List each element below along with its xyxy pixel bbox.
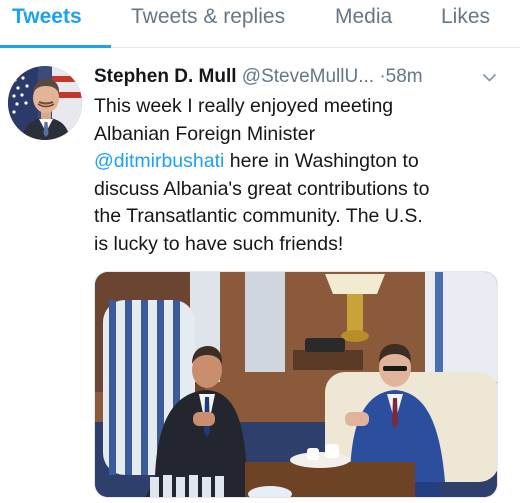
author-name[interactable]: Stephen D. Mull — [94, 66, 237, 87]
tweet-timestamp[interactable]: 58m — [386, 66, 423, 87]
chevron-down-icon[interactable] — [482, 70, 497, 85]
mention-link[interactable]: @ditmirbushati — [94, 150, 224, 172]
tab-likes[interactable]: Likes — [441, 5, 490, 29]
tweet-text: This week I really enjoyed meeting Alban… — [94, 93, 514, 258]
tab-tweets-and-replies[interactable]: Tweets & replies — [131, 5, 285, 29]
tweet-text-line: is lucky to have such friends! — [94, 232, 344, 255]
profile-photo-icon — [8, 66, 82, 140]
tab-media[interactable]: Media — [335, 5, 392, 29]
tweet-text-line: the Transatlantic community. The U.S. — [94, 205, 423, 227]
author-handle[interactable]: @SteveMullU... — [242, 66, 374, 87]
tweet-text-line: This week I really enjoyed meeting — [94, 95, 394, 117]
tweet-text-line: discuss Albania's great contributions to — [94, 177, 430, 200]
tweet-text-segment: here in Washington to — [229, 150, 419, 172]
tab-tweets[interactable]: Tweets — [12, 5, 82, 29]
tweet-text-line: Albanian Foreign Minister — [94, 122, 316, 145]
tweet-header: Stephen D. Mull @SteveMullU... ·58m — [94, 66, 514, 90]
profile-tabs: Tweets Tweets & replies Media Likes — [0, 0, 520, 48]
avatar[interactable] — [8, 66, 82, 140]
meeting-photo-image — [95, 272, 497, 497]
tweet-photo[interactable] — [94, 271, 498, 498]
tweet-text-line: @ditmirbushati here in Washington to — [94, 148, 514, 176]
active-tab-indicator — [0, 45, 111, 48]
